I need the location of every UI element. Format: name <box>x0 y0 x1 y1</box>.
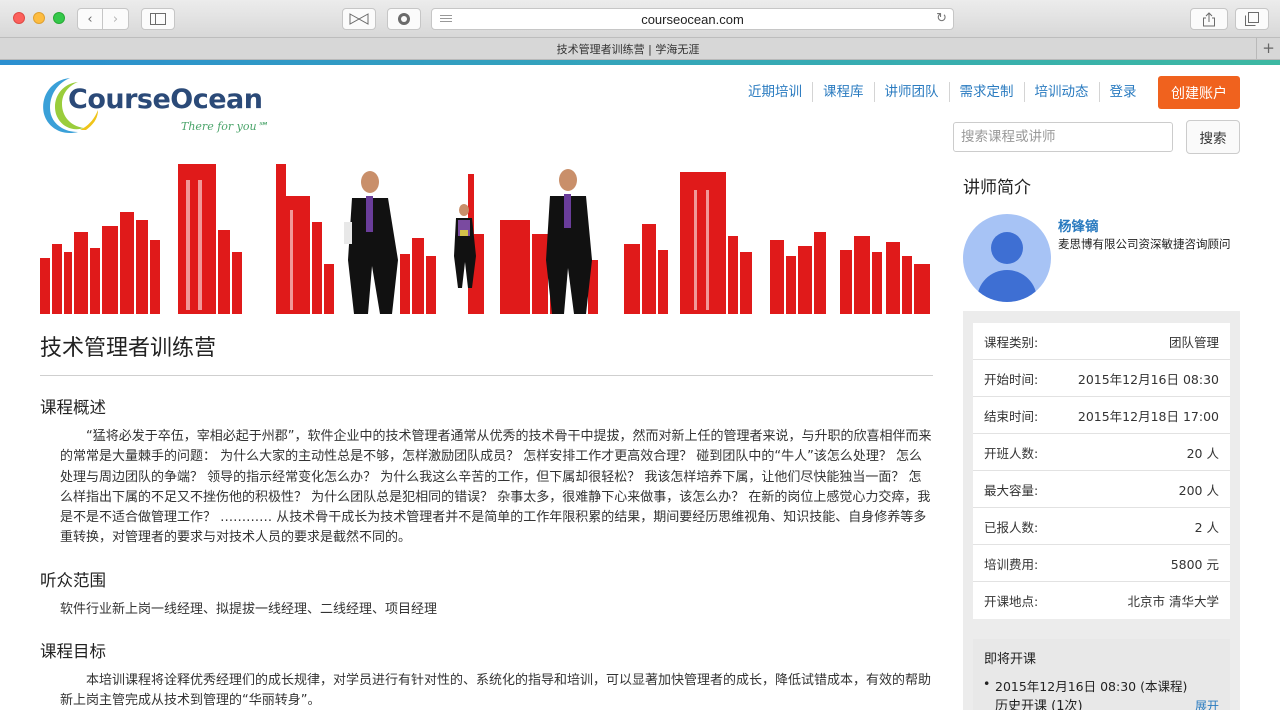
history-sessions-label: 历史开课 (1次) <box>995 699 1083 710</box>
course-info-list: 课程类别: 团队管理 开始时间: 2015年12月16日 08:30 结束时间:… <box>973 323 1230 619</box>
info-value: 北京市 清华大学 <box>1127 594 1219 609</box>
bowtie-icon <box>349 13 369 25</box>
share-icon <box>1203 11 1215 26</box>
businessman-right <box>546 169 592 314</box>
info-value: 团队管理 <box>1168 334 1219 350</box>
upcoming-heading: 即将开课 <box>984 652 1037 667</box>
nav-login[interactable]: 登录 <box>1100 82 1147 102</box>
info-label: 培训费用: <box>984 556 1039 572</box>
expand-history-link[interactable]: 展开 <box>1195 697 1219 710</box>
section-overview-heading: 课程概述 <box>40 398 106 417</box>
info-label: 开班人数: <box>984 445 1039 461</box>
extension-button[interactable] <box>387 8 421 30</box>
avatar-body-shape <box>977 270 1037 302</box>
lecturer-avatar <box>963 214 1051 302</box>
info-row-category: 课程类别: 团队管理 <box>973 323 1230 360</box>
sidebar-toggle-button[interactable] <box>141 8 175 30</box>
search-input[interactable] <box>953 122 1173 152</box>
section-objectives-heading: 课程目标 <box>40 642 106 662</box>
site-top-stripe <box>0 60 1280 65</box>
info-label: 开始时间: <box>984 371 1039 387</box>
info-row-start-time: 开始时间: 2015年12月16日 08:30 <box>973 360 1230 397</box>
avatar-head-shape <box>991 232 1023 264</box>
logo-tagline: There for you℠ <box>181 120 268 133</box>
lecturer-intro-heading: 讲师简介 <box>963 178 1031 198</box>
info-value: 5800 元 <box>1170 556 1219 572</box>
upcoming-sessions: 即将开课 2015年12月16日 08:30 (本课程) 历史开课 (1次) 展… <box>973 639 1230 710</box>
nav-custom-request[interactable]: 需求定制 <box>950 82 1025 102</box>
upcoming-session-item[interactable]: 2015年12月16日 08:30 (本课程) <box>983 676 1187 695</box>
info-row-location: 开课地点: 北京市 清华大学 <box>973 582 1230 619</box>
section-overview-text: “猛将必发于卒伍，宰相必起于州郡”，软件企业中的技术管理者通常从优秀的技术骨干中… <box>60 429 932 546</box>
url-text: courseocean.com <box>641 12 744 27</box>
info-label: 已报人数: <box>984 519 1039 535</box>
tabs-icon <box>1245 12 1259 26</box>
info-value: 2015年12月18日 17:00 <box>1077 408 1219 424</box>
nav-training-news[interactable]: 培训动态 <box>1025 82 1100 102</box>
reload-icon[interactable]: ↻ <box>936 11 947 26</box>
info-label: 课程类别: <box>984 334 1039 350</box>
browser-toolbar: ‹ › courseocean.com ↻ <box>0 0 1280 38</box>
course-main-content: 技术管理者训练营 课程概述 “猛将必发于卒伍，宰相必起于州郡”，软件企业中的技术… <box>40 318 933 710</box>
section-objectives-text: 本培训课程将诠释优秀经理们的成长规律，对学员进行有针对性的、系统化的指导和培训，… <box>60 673 932 709</box>
info-row-enrolled: 已报人数: 2 人 <box>973 508 1230 545</box>
history-nav: ‹ › <box>77 8 129 30</box>
info-value: 20 人 <box>1186 445 1219 461</box>
info-row-max-capacity: 最大容量: 200 人 <box>973 471 1230 508</box>
shield-icon <box>398 13 410 25</box>
info-row-fee: 培训费用: 5800 元 <box>973 545 1230 582</box>
info-label: 最大容量: <box>984 482 1039 498</box>
nav-lecturer-team[interactable]: 讲师团队 <box>875 82 950 102</box>
nav-course-library[interactable]: 课程库 <box>813 82 875 102</box>
lecturer-name-link[interactable]: 杨锋镝 <box>1058 215 1099 235</box>
share-button[interactable] <box>1190 8 1228 30</box>
lecturer-title: 麦思博有限公司资深敏捷咨询顾问 <box>1058 237 1231 251</box>
course-banner-image <box>40 160 930 314</box>
info-label: 结束时间: <box>984 408 1039 424</box>
info-value: 2 人 <box>1194 519 1219 535</box>
info-value: 2015年12月16日 08:30 <box>1077 371 1219 387</box>
tab-title[interactable]: 技术管理者训练营 | 学海无涯 <box>0 41 1256 57</box>
tab-bar: 技术管理者训练营 | 学海无涯 + <box>0 38 1280 60</box>
minimize-window-button[interactable] <box>33 12 45 24</box>
zoom-window-button[interactable] <box>53 12 65 24</box>
close-window-button[interactable] <box>13 12 25 24</box>
section-audience-text: 软件行业新上岗一线经理、拟提拔一线经理、二线经理、项目经理 <box>60 601 438 617</box>
page-title: 技术管理者训练营 <box>40 330 933 376</box>
create-account-button[interactable]: 创建账户 <box>1158 76 1240 109</box>
back-button[interactable]: ‹ <box>77 8 103 30</box>
businessman-left <box>344 171 398 314</box>
main-nav: 近期培训 课程库 讲师团队 需求定制 培训动态 登录 <box>738 82 1147 102</box>
section-audience-heading: 听众范围 <box>40 570 106 590</box>
info-label: 开课地点: <box>984 594 1039 609</box>
info-row-end-time: 结束时间: 2015年12月18日 17:00 <box>973 397 1230 434</box>
info-value: 200 人 <box>1178 482 1219 498</box>
search-button[interactable]: 搜索 <box>1186 120 1240 154</box>
info-row-min-size: 开班人数: 20 人 <box>973 434 1230 471</box>
site-logo[interactable]: CourseOcean There for you℠ <box>40 74 280 138</box>
sidebar-icon <box>150 13 166 25</box>
reader-button[interactable] <box>342 8 376 30</box>
new-tab-button[interactable]: + <box>1256 38 1280 60</box>
logo-wordmark: CourseOcean <box>68 84 263 115</box>
nav-recent-training[interactable]: 近期培训 <box>738 82 813 102</box>
address-bar[interactable]: courseocean.com ↻ <box>431 8 954 30</box>
tabs-overview-button[interactable] <box>1235 8 1269 30</box>
forward-button[interactable]: › <box>103 8 129 30</box>
course-info-panel: 课程类别: 团队管理 开始时间: 2015年12月16日 08:30 结束时间:… <box>963 311 1240 710</box>
